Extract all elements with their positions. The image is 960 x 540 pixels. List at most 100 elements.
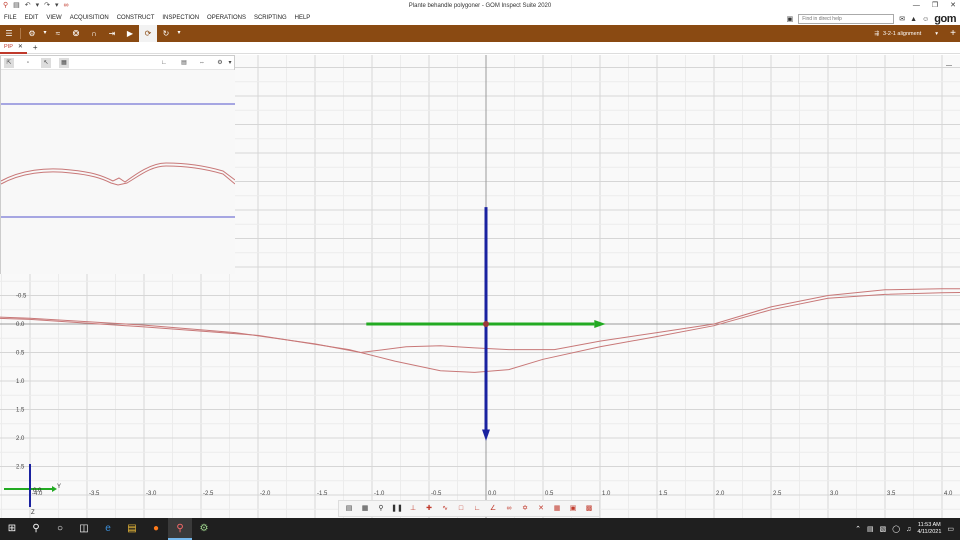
- gom-logo: gom: [934, 13, 956, 25]
- y-tick-label: 1.0: [16, 379, 25, 385]
- x-tick-label: -2.0: [260, 491, 271, 497]
- gom-inspect-taskbar-icon[interactable]: ⚲: [168, 518, 192, 540]
- menu-scripting[interactable]: SCRIPTING: [250, 12, 291, 25]
- clock-time: 11:53 AM: [917, 522, 941, 528]
- network-icon[interactable]: ▧: [880, 525, 887, 533]
- pip-select-icon[interactable]: ⇱: [4, 58, 14, 68]
- link-tool-icon[interactable]: ∞: [502, 502, 516, 515]
- pip-axis-icon[interactable]: ∟: [159, 58, 169, 68]
- section-icon[interactable]: ∩: [85, 25, 103, 42]
- origin-point: [483, 321, 489, 327]
- pip-grid-icon[interactable]: ▦: [59, 58, 69, 68]
- tool-app-icon[interactable]: ⚙: [192, 518, 216, 540]
- windows-taskbar: ⊞ ⚲ ○ ◫ e ▤ ● ⚲ ⚙ ⌃ ▤ ▧ ◯ ♫ 11:53 AM 4/1…: [0, 518, 960, 540]
- pip-frame-icon[interactable]: ▫: [23, 58, 33, 68]
- hamburger-menu-icon[interactable]: ☰: [0, 25, 18, 42]
- pip-settings-icon[interactable]: ⚙: [215, 58, 225, 68]
- notifications-icon[interactable]: ▭: [947, 525, 954, 533]
- firefox-icon[interactable]: ●: [144, 518, 168, 540]
- app-icon[interactable]: ⚲: [3, 0, 8, 12]
- clock[interactable]: 11:53 AM 4/11/2021: [917, 522, 941, 536]
- menu-file[interactable]: FILE: [0, 12, 21, 25]
- y-tick-label: -0.5: [16, 294, 27, 300]
- x-tick-label: 1.5: [659, 491, 668, 497]
- language-icon[interactable]: ◯: [892, 525, 900, 533]
- feedback-icon[interactable]: ✉: [899, 15, 905, 23]
- window-title: Plante behandle polygoner - GOM Inspect …: [408, 3, 552, 9]
- help-search-input[interactable]: [798, 14, 895, 24]
- axis-tool-icon[interactable]: ∟: [470, 502, 484, 515]
- x-tick-label: 0.5: [545, 491, 554, 497]
- pip-panel: ⇱ ▫ ↖ ▦ ∟ ▤ ⇔ ⚙ ▾: [0, 55, 235, 274]
- link-icon[interactable]: ∞: [64, 0, 69, 12]
- fit-view-icon[interactable]: ≈: [49, 25, 67, 42]
- pip-span-icon[interactable]: ⇔: [197, 58, 207, 68]
- screenshot-tool-icon[interactable]: ▣: [566, 502, 580, 515]
- tray-app-icon[interactable]: ▤: [867, 525, 874, 533]
- menu-help[interactable]: HELP: [291, 12, 315, 25]
- task-view-icon[interactable]: ◫: [72, 518, 96, 540]
- mesh-toggle-icon[interactable]: ▦: [358, 502, 372, 515]
- tab-pip-label: PIP: [4, 43, 13, 50]
- pip-pointer-icon[interactable]: ↖: [41, 58, 51, 68]
- tab-close-icon[interactable]: ✕: [18, 43, 23, 50]
- pip-background: [1, 70, 235, 274]
- volume-icon[interactable]: ♫: [906, 526, 911, 533]
- menu-acquisition[interactable]: ACQUISITION: [66, 12, 113, 25]
- menu-edit[interactable]: EDIT: [21, 12, 43, 25]
- chevron-down-icon: ▾: [935, 30, 938, 37]
- recalculate-dropdown-icon[interactable]: ▾: [175, 25, 183, 42]
- redo-dropdown-icon[interactable]: ▾: [55, 0, 59, 12]
- box-select-icon[interactable]: □: [454, 502, 468, 515]
- menu-inspection[interactable]: INSPECTION: [158, 12, 203, 25]
- undo-dropdown-icon[interactable]: ▾: [36, 0, 40, 12]
- menu-right-area: ▣ ✉ ▲ ☺ gom: [787, 13, 957, 25]
- view-mode-dropdown-icon[interactable]: ▾: [41, 25, 49, 42]
- store-icon[interactable]: ▣: [787, 15, 794, 23]
- align-tool-icon[interactable]: ⊥: [406, 502, 420, 515]
- redo-icon[interactable]: ↷: [44, 0, 50, 12]
- move-tool-icon[interactable]: ✚: [422, 502, 436, 515]
- start-button-icon[interactable]: ⊞: [0, 518, 24, 540]
- display-mode-icon[interactable]: ▤: [342, 502, 356, 515]
- playback-icon[interactable]: ▶: [121, 25, 139, 42]
- pip-profile-view: [1, 70, 235, 274]
- angle-tool-icon[interactable]: ∠: [486, 502, 500, 515]
- pip-settings-dropdown-icon[interactable]: ▾: [225, 58, 235, 68]
- collapse-panel-icon[interactable]: —: [946, 63, 952, 69]
- zoom-tool-icon[interactable]: ⚲: [374, 502, 388, 515]
- view-mode-icon[interactable]: ⚙: [23, 25, 41, 42]
- tab-pip[interactable]: PIP ✕: [0, 42, 27, 54]
- alignment-selector[interactable]: ⇶ 3-2-1 alignment ▾: [874, 25, 938, 42]
- pip-layers-icon[interactable]: ▤: [179, 58, 189, 68]
- user-icon[interactable]: ☺: [922, 16, 929, 23]
- save-icon[interactable]: ▤: [13, 0, 20, 12]
- menu-view[interactable]: VIEW: [42, 12, 65, 25]
- add-tab-icon[interactable]: +: [27, 43, 44, 52]
- search-icon[interactable]: ⚲: [24, 518, 48, 540]
- menu-operations[interactable]: OPERATIONS: [203, 12, 250, 25]
- report-tool-icon[interactable]: ▦: [550, 502, 564, 515]
- snap-tool-icon[interactable]: ✡: [518, 502, 532, 515]
- cross-tool-icon[interactable]: ✕: [534, 502, 548, 515]
- file-explorer-icon[interactable]: ▤: [120, 518, 144, 540]
- clipping-icon[interactable]: ⇥: [103, 25, 121, 42]
- chevron-up-icon[interactable]: ⌃: [855, 525, 861, 533]
- pause-icon[interactable]: ❚❚: [390, 502, 404, 515]
- clock-date: 4/11/2021: [917, 529, 942, 535]
- undo-icon[interactable]: ↶: [25, 0, 31, 12]
- recalculate-icon[interactable]: ↻: [157, 25, 175, 42]
- close-icon[interactable]: ✕: [950, 0, 956, 12]
- cortana-icon[interactable]: ○: [48, 518, 72, 540]
- add-element-icon[interactable]: +: [950, 25, 956, 42]
- z-axis-arrow-head: [482, 429, 490, 441]
- menu-construct[interactable]: CONSTRUCT: [113, 12, 159, 25]
- education-icon[interactable]: ▲: [910, 16, 917, 23]
- rotate-view-icon[interactable]: ❂: [67, 25, 85, 42]
- edge-browser-icon[interactable]: e: [96, 518, 120, 540]
- grid-tool-icon[interactable]: ▩: [582, 502, 596, 515]
- minimize-icon[interactable]: —: [913, 0, 920, 12]
- path-tool-icon[interactable]: ∿: [438, 502, 452, 515]
- restore-icon[interactable]: ❐: [932, 0, 938, 12]
- refresh-active-icon[interactable]: ⟳: [139, 25, 157, 42]
